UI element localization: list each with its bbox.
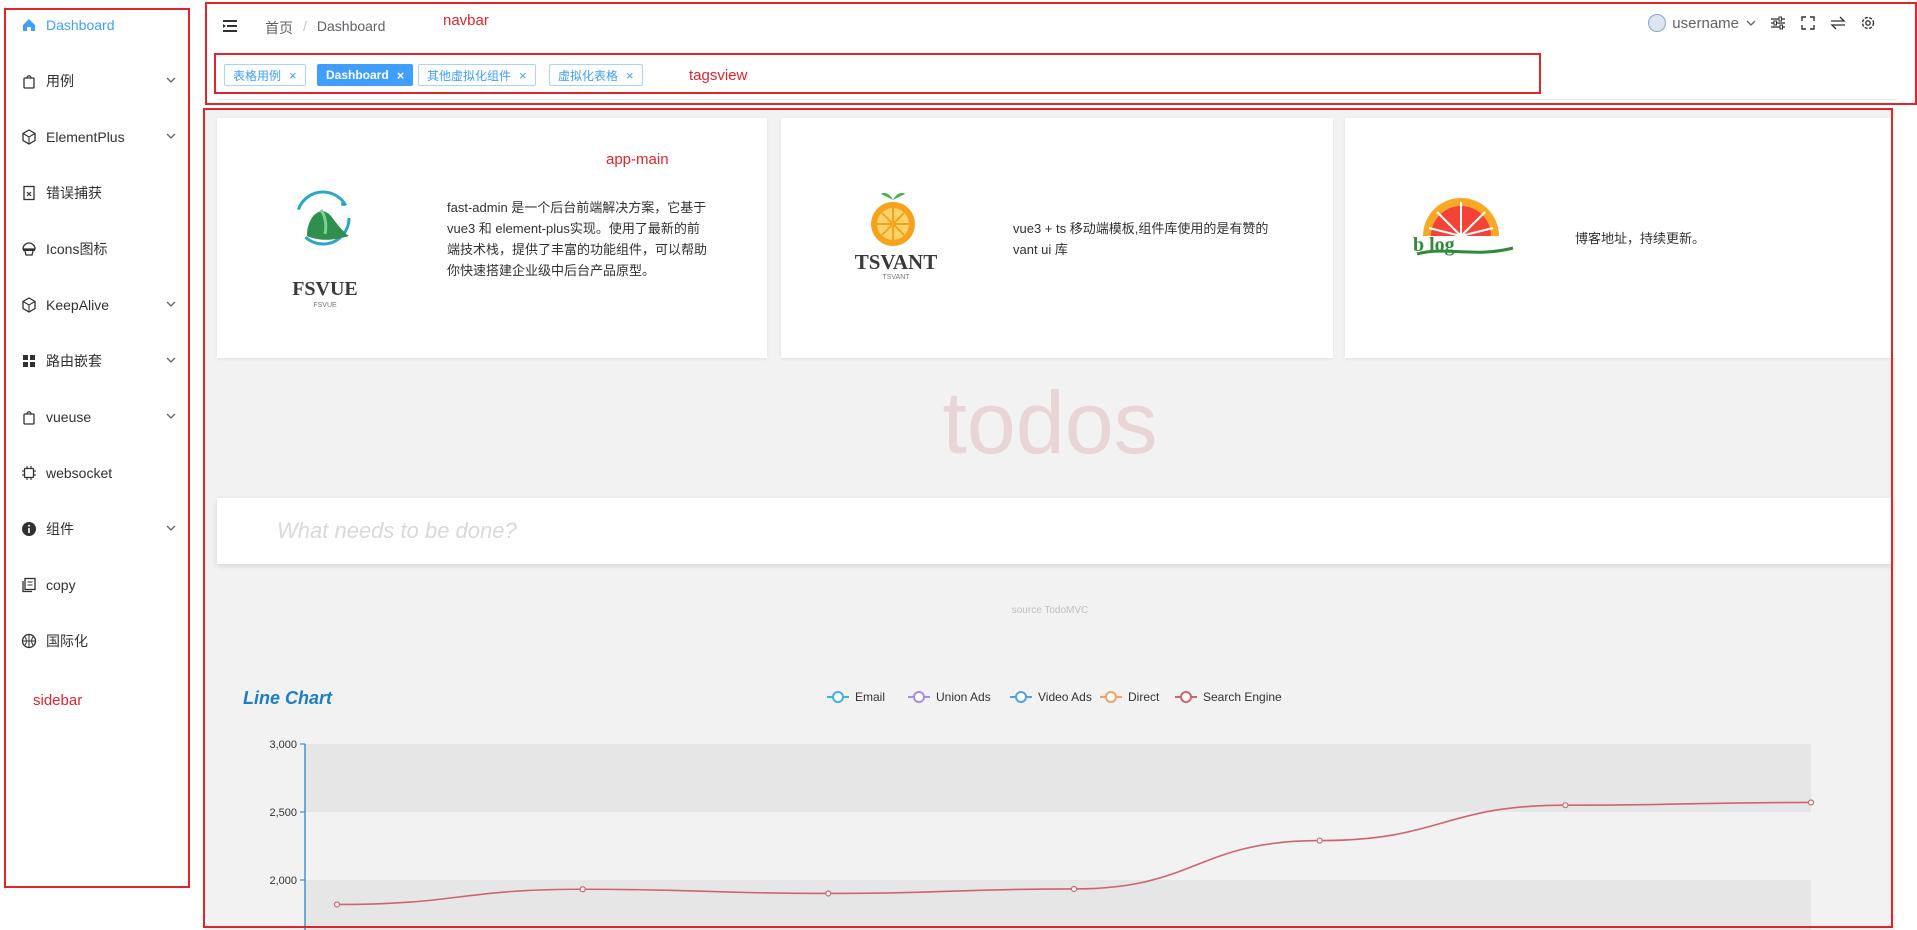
- close-icon[interactable]: ×: [519, 68, 527, 83]
- legend-label: Union Ads: [936, 690, 991, 704]
- breadcrumb-home[interactable]: 首页: [265, 18, 293, 38]
- right-menu: username: [1648, 14, 1877, 32]
- tags-view: 表格用例 × Dashboard × 其他虚拟化组件 × 虚拟化表格 ×: [217, 56, 1897, 100]
- switch-icon[interactable]: [1829, 14, 1847, 32]
- bag-icon: [20, 72, 38, 90]
- close-icon[interactable]: ×: [397, 68, 405, 83]
- breadcrumb-separator: /: [303, 18, 307, 34]
- legend-marker: [913, 691, 925, 703]
- sidebar-item-label: websocket: [46, 465, 113, 481]
- home-icon: [20, 16, 38, 34]
- legend-label: Search Engine: [1203, 690, 1282, 704]
- sidebar-item-路由嵌套[interactable]: 路由嵌套: [20, 349, 178, 373]
- sidebar-item-icons图标[interactable]: Icons图标: [20, 237, 178, 261]
- legend-label: Video Ads: [1038, 690, 1092, 704]
- sidebar-item-label: copy: [46, 577, 76, 593]
- chevron-down-icon: [166, 357, 176, 363]
- sidebar-item-label: 组件: [46, 521, 74, 537]
- username-label: username: [1672, 14, 1739, 32]
- sidebar-item-label: 国际化: [46, 633, 88, 649]
- grid-band: [305, 744, 1811, 812]
- legend-label: Email: [855, 690, 885, 704]
- fullscreen-icon[interactable]: [1799, 14, 1817, 32]
- legend-marker: [1015, 691, 1027, 703]
- sidebar-item-label: KeepAlive: [46, 297, 110, 313]
- series-point: [1316, 837, 1323, 844]
- chevron-down-icon: [166, 413, 176, 419]
- close-icon[interactable]: ×: [289, 68, 297, 83]
- sidebar-item-国际化[interactable]: 国际化: [20, 629, 178, 653]
- series-point: [1562, 802, 1569, 809]
- close-icon[interactable]: ×: [626, 68, 634, 83]
- series-point: [825, 890, 832, 897]
- sidebar-item-keepalive[interactable]: KeepAlive: [20, 293, 178, 317]
- bag-icon: [20, 408, 38, 426]
- settings-sliders-icon[interactable]: [1769, 14, 1787, 32]
- cpu-icon: [20, 464, 38, 482]
- breadcrumb-current: Dashboard: [316, 18, 386, 34]
- sidebar-item-错误捕获[interactable]: 错误捕获: [20, 181, 178, 205]
- grid-band: [305, 880, 1811, 930]
- series-point: [579, 886, 586, 893]
- legend-label: Direct: [1128, 690, 1160, 704]
- legend-marker: [1180, 691, 1192, 703]
- chevron-down-icon: [1746, 20, 1756, 26]
- chevron-down-icon: [166, 77, 176, 83]
- series-point: [1070, 885, 1078, 893]
- sidebar-item-elementplus[interactable]: ElementPlus: [20, 125, 178, 149]
- sidebar-item-label: Icons图标: [46, 241, 108, 257]
- sidebar-item-vueuse[interactable]: vueuse: [20, 405, 178, 429]
- bowl-icon: [20, 240, 38, 258]
- legend-marker: [832, 691, 844, 703]
- cube-icon: [20, 128, 38, 146]
- tag-item[interactable]: 虚拟化表格 ×: [549, 64, 643, 86]
- sidebar-item-label: 错误捕获: [46, 185, 102, 201]
- sidebar-item-label: 用例: [46, 73, 74, 89]
- sidebar-item-label: ElementPlus: [46, 129, 125, 145]
- hamburger-icon[interactable]: [221, 17, 241, 35]
- sidebar-item-copy[interactable]: copy: [20, 573, 178, 597]
- line-chart: 3,000 2,500 2,000 Email Union Ads Video Ads Di…: [269, 690, 1815, 930]
- copy-icon: [20, 576, 38, 594]
- tag-item[interactable]: Dashboard ×: [317, 64, 414, 86]
- sidebar-item-组件[interactable]: 组件: [20, 517, 178, 541]
- tag-label: 表格用例: [233, 68, 282, 83]
- error-doc-icon: [20, 184, 38, 202]
- breadcrumb: 首页 / Dashboard: [265, 18, 385, 38]
- y-tick-label: 2,000: [269, 875, 297, 887]
- app-main-annotation-label: app-main: [606, 151, 669, 168]
- chevron-down-icon: [166, 525, 176, 531]
- info-icon: [20, 520, 38, 538]
- navbar-annotation-label: navbar: [443, 12, 489, 29]
- sidebar-annotation-label: sidebar: [33, 692, 83, 709]
- chevron-down-icon: [166, 133, 176, 139]
- sidebar-item-label: Dashboard: [46, 17, 115, 33]
- basketball-icon: [20, 632, 38, 650]
- y-tick-label: 2,500: [269, 807, 297, 819]
- gear-icon[interactable]: [1859, 14, 1877, 32]
- avatar: [1648, 14, 1667, 32]
- cube-icon: [20, 296, 38, 314]
- sidebar-item-dashboard[interactable]: Dashboard: [20, 13, 178, 37]
- chevron-down-icon: [166, 301, 176, 307]
- series-point: [1807, 799, 1815, 806]
- sidebar-item-websocket[interactable]: websocket: [20, 461, 178, 485]
- sidebar-item-label: 路由嵌套: [46, 353, 102, 369]
- legend-marker: [1105, 691, 1117, 703]
- tag-label: Dashboard: [326, 68, 389, 82]
- tag-label: 其他虚拟化组件: [427, 68, 512, 83]
- series-point: [333, 901, 341, 908]
- user-dropdown[interactable]: username: [1648, 14, 1757, 32]
- tag-label: 虚拟化表格: [558, 68, 619, 83]
- sidebar-item-label: vueuse: [46, 409, 92, 425]
- sidebar: Dashboard 用例 ElementPlus 错误捕获 Icons图标 KeepAli…: [0, 0, 195, 930]
- tag-item[interactable]: 表格用例 ×: [224, 64, 306, 86]
- tagsview-annotation-label: tagsview: [689, 67, 748, 84]
- app-main: FSVUE FSVUE fast-admin 是一个后台前端解决方案，它基于 v…: [205, 110, 1895, 930]
- sidebar-item-用例[interactable]: 用例: [20, 69, 178, 93]
- y-tick-label: 3,000: [269, 739, 297, 751]
- tag-item[interactable]: 其他虚拟化组件 ×: [418, 64, 536, 86]
- grid-icon: [20, 352, 38, 370]
